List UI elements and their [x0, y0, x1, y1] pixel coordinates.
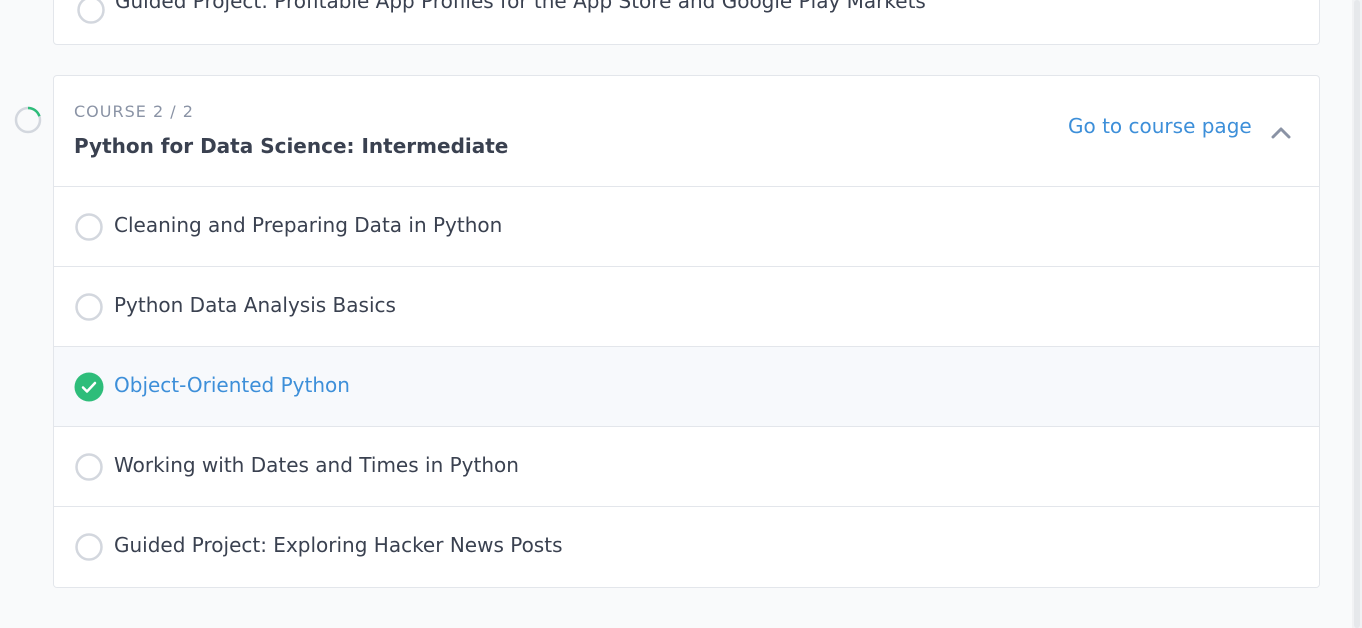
course-header: COURSE 2 / 2 Python for Data Science: In… [54, 76, 1319, 187]
lesson-label: Guided Project: Exploring Hacker News Po… [114, 533, 563, 557]
incomplete-circle-icon [75, 453, 103, 481]
scrollbar-thumb[interactable] [1354, 0, 1360, 628]
lesson-label: Python Data Analysis Basics [114, 293, 396, 317]
course-counter: COURSE 2 / 2 [74, 102, 194, 121]
lesson-label: Working with Dates and Times in Python [114, 453, 519, 477]
lesson-label: Object-Oriented Python [114, 373, 350, 397]
incomplete-circle-icon [75, 213, 103, 241]
lesson-row[interactable]: Python Data Analysis Basics [54, 267, 1319, 347]
lesson-row[interactable]: Cleaning and Preparing Data in Python [54, 187, 1319, 267]
incomplete-circle-icon [77, 0, 105, 24]
incomplete-circle-icon [75, 293, 103, 321]
lesson-row-active[interactable]: Object-Oriented Python [54, 347, 1319, 427]
lesson-row[interactable]: Guided Project: Profitable App Profiles … [54, 0, 1319, 45]
page: Guided Project: Profitable App Profiles … [0, 0, 1362, 628]
lesson-row[interactable]: Guided Project: Exploring Hacker News Po… [54, 507, 1319, 587]
progress-ring-icon [14, 106, 42, 134]
check-circle-icon [74, 372, 104, 402]
course-title: Python for Data Science: Intermediate [74, 134, 509, 158]
lesson-label: Guided Project: Profitable App Profiles … [115, 0, 926, 13]
lesson-label: Cleaning and Preparing Data in Python [114, 213, 503, 237]
incomplete-circle-icon [75, 533, 103, 561]
course-card: COURSE 2 / 2 Python for Data Science: In… [53, 75, 1320, 588]
lesson-row[interactable]: Working with Dates and Times in Python [54, 427, 1319, 507]
go-to-course-link[interactable]: Go to course page [1068, 114, 1252, 138]
chevron-up-icon[interactable] [1268, 120, 1294, 144]
previous-course-card: Guided Project: Profitable App Profiles … [53, 0, 1320, 45]
